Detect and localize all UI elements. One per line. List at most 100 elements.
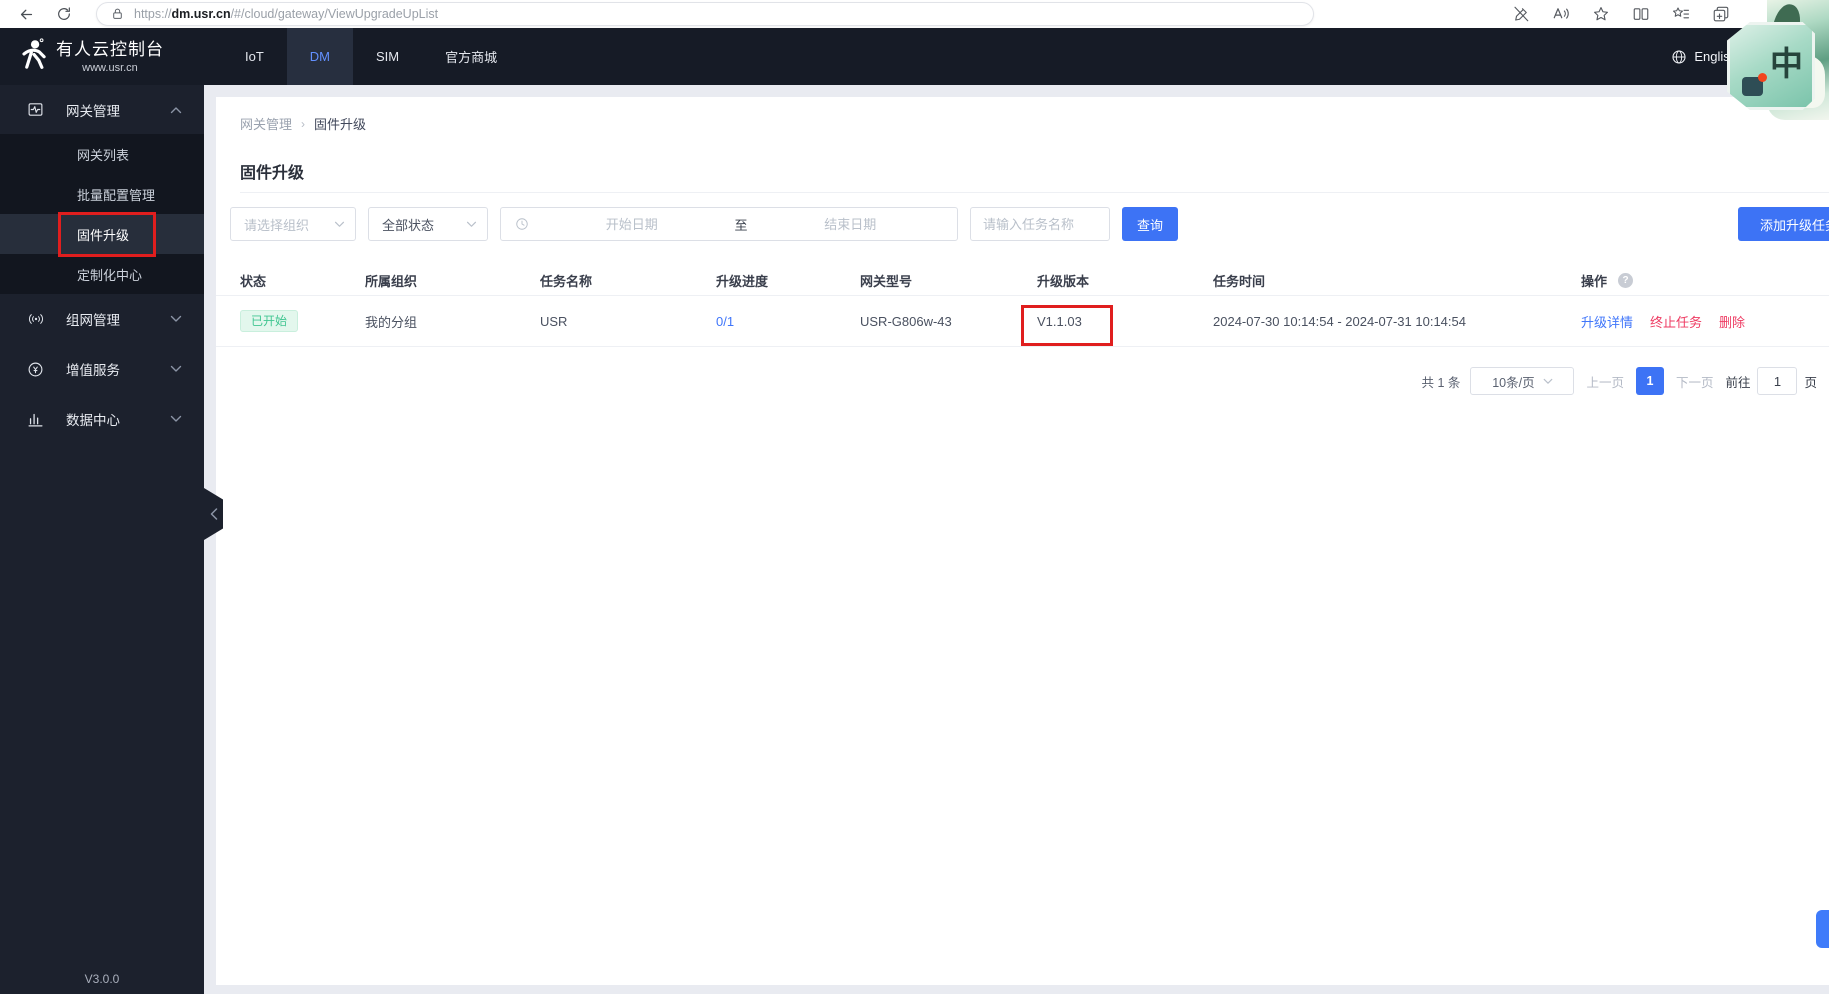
help-icon[interactable]: ? [1618, 272, 1634, 288]
chevron-down-icon [466, 221, 477, 228]
sidebar-group-label: 网关管理 [66, 103, 120, 119]
brand-subtitle: www.usr.cn [82, 62, 138, 74]
sidebar-item-gateway-list[interactable]: 网关列表 [0, 134, 204, 174]
cell-org: 我的分组 [365, 314, 418, 330]
sidebar-submenu-gateway: 网关列表 批量配置管理 固件升级 定制化中心 [0, 134, 204, 294]
status-select-value: 全部状态 [382, 217, 435, 233]
col-header-version: 升级版本 [1037, 273, 1090, 289]
gateway-icon [27, 101, 44, 118]
tab-iot[interactable]: IoT [222, 28, 287, 85]
start-date-input[interactable] [535, 216, 729, 232]
cell-version: V1.1.03 [1037, 313, 1082, 329]
current-page-button[interactable]: 1 [1635, 367, 1664, 395]
page-size-select[interactable]: 10条/页 [1470, 367, 1575, 395]
org-select-placeholder: 请选择组织 [244, 217, 310, 233]
prev-page-button[interactable]: 上一页 [1584, 372, 1626, 391]
status-badge: 已开始 [240, 310, 299, 332]
favorites-bar-icon[interactable] [1672, 5, 1690, 23]
goto-page-input[interactable] [1757, 367, 1798, 395]
chevron-left-icon [210, 508, 217, 520]
chevron-down-icon [1543, 378, 1552, 384]
cell-status: 已开始 [240, 310, 365, 332]
language-label: English [1694, 49, 1737, 64]
table-row: 已开始 我的分组 USR 0/1 USR-G806w-43 V1.1.03 20… [216, 295, 1829, 347]
language-switcher[interactable]: English [1671, 28, 1737, 85]
sidebar-group-gateway[interactable]: 网关管理 [0, 85, 204, 134]
sidebar-version: V3.0.0 [84, 972, 120, 986]
split-screen-icon[interactable] [1632, 5, 1650, 23]
chevron-up-icon [170, 106, 182, 114]
url-host: dm.usr.cn [171, 7, 231, 21]
sidebar-item-customization[interactable]: 定制化中心 [0, 254, 204, 294]
breadcrumb: 网关管理 › 固件升级 [240, 114, 366, 133]
table-header-row: 状态 所属组织 任务名称 升级进度 网关型号 升级版本 任务时间 操作 ? [216, 265, 1829, 295]
terminate-task-link[interactable]: 终止任务 [1650, 312, 1702, 331]
sidebar-group-services[interactable]: 增值服务 [0, 344, 204, 394]
chevron-down-icon [334, 221, 345, 228]
chevron-down-icon [170, 365, 182, 373]
sidebar-item-batch-config[interactable]: 批量配置管理 [0, 174, 204, 214]
tab-sim[interactable]: SIM [353, 28, 422, 85]
upgrade-detail-link[interactable]: 升级详情 [1581, 312, 1633, 331]
title-divider [240, 192, 1829, 193]
cell-task: USR [540, 313, 568, 329]
stylus-off-icon[interactable] [1512, 5, 1530, 23]
delete-link[interactable]: 删除 [1719, 312, 1745, 331]
browser-reload-button[interactable] [52, 2, 76, 26]
next-page-button[interactable]: 下一页 [1674, 372, 1716, 391]
sidebar-group-networking[interactable]: 组网管理 [0, 294, 204, 344]
url-scheme: https:// [134, 7, 172, 21]
usr-logo [16, 38, 50, 74]
cell-progress: 0/1 [716, 314, 860, 329]
app-header: 有人云控制台 www.usr.cn IoT DM SIM 官方商城 Englis… [0, 28, 1829, 85]
col-header-time: 任务时间 [1213, 273, 1266, 289]
chevron-down-icon [170, 315, 182, 323]
date-range-picker[interactable]: 至 [500, 207, 958, 241]
sidebar-group-label: 增值服务 [66, 363, 120, 378]
read-aloud-icon[interactable] [1552, 5, 1570, 23]
col-header-actions: 操作 ? [1581, 271, 1829, 290]
task-name-input[interactable] [970, 207, 1110, 241]
sidebar-group-label: 数据中心 [66, 413, 120, 428]
goto-suffix: 页 [1804, 375, 1817, 390]
tab-mall[interactable]: 官方商城 [422, 28, 520, 85]
col-header-model: 网关型号 [860, 273, 913, 289]
breadcrumb-separator-icon: › [301, 116, 306, 131]
floating-side-widget[interactable] [1816, 910, 1829, 948]
progress-link[interactable]: 0/1 [716, 314, 734, 329]
reload-icon [58, 7, 70, 20]
browser-back-button[interactable] [14, 2, 38, 26]
pagination-total: 共 1 条 [1421, 375, 1461, 390]
clock-icon [515, 217, 529, 231]
url-path: /#/cloud/gateway/ViewUpgradeUpList [230, 7, 439, 21]
sidebar-item-firmware-upgrade[interactable]: 固件升级 [0, 214, 204, 254]
content-area: 网关管理 › 固件升级 固件升级 请选择组织 全部状态 至 查询 添 [204, 85, 1829, 994]
tab-dm[interactable]: DM [286, 28, 354, 85]
sidebar-group-label: 组网管理 [66, 313, 120, 328]
end-date-input[interactable] [753, 216, 948, 232]
back-icon [20, 9, 32, 19]
address-bar[interactable]: https://dm.usr.cn/#/cloud/gateway/ViewUp… [96, 2, 1314, 26]
browser-action-icons [1512, 2, 1730, 26]
org-select[interactable]: 请选择组织 [230, 207, 356, 241]
data-chart-icon [27, 411, 44, 428]
lock-icon [113, 8, 122, 19]
add-upgrade-task-button[interactable]: 添加升级任务 [1738, 207, 1829, 241]
status-select[interactable]: 全部状态 [368, 207, 488, 241]
query-button[interactable]: 查询 [1122, 207, 1178, 241]
col-header-org: 所属组织 [365, 273, 418, 289]
cell-time: 2024-07-30 10:14:54 - 2024-07-31 10:14:5… [1213, 313, 1466, 329]
favorite-star-icon[interactable] [1592, 5, 1610, 23]
breadcrumb-parent[interactable]: 网关管理 [240, 114, 292, 133]
breadcrumb-current: 固件升级 [314, 117, 367, 132]
pagination: 共 1 条 10条/页 上一页 1 下一页 前往 页 [1422, 366, 1817, 396]
col-header-actions-label: 操作 [1581, 273, 1608, 289]
top-nav: IoT DM SIM 官方商城 [222, 28, 520, 85]
sidebar-group-datacenter[interactable]: 数据中心 [0, 394, 204, 444]
brand: 有人云控制台 www.usr.cn [56, 35, 164, 74]
collections-icon[interactable] [1712, 5, 1730, 23]
cell-actions: 升级详情 终止任务 删除 [1581, 312, 1829, 331]
sidebar: 网关管理 网关列表 批量配置管理 固件升级 定制化中心 组网管理 增值服务 数据… [0, 85, 204, 994]
brand-title: 有人云控制台 [56, 40, 164, 59]
cell-model: USR-G806w-43 [860, 313, 952, 329]
